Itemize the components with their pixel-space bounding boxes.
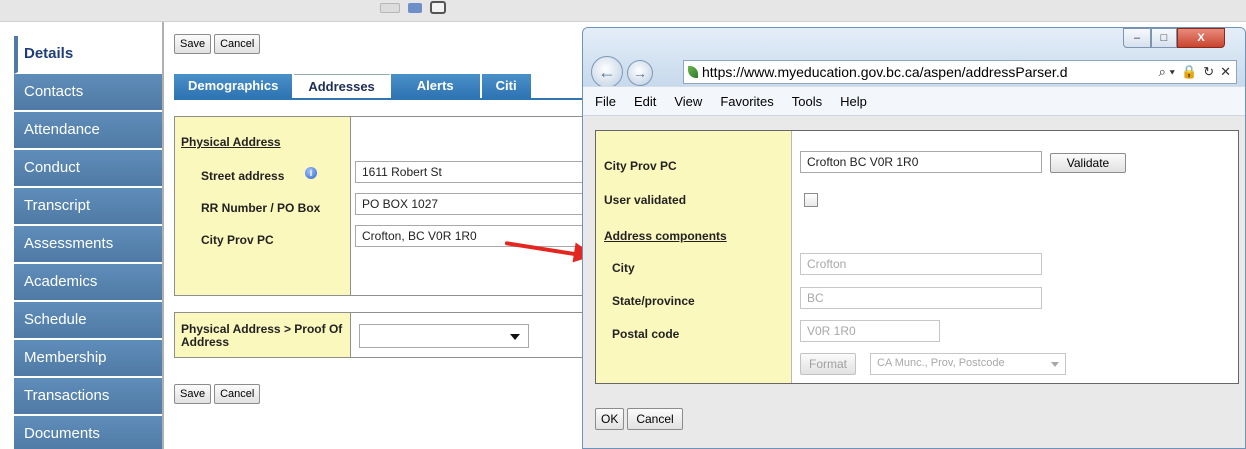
save-button[interactable]: Save — [174, 34, 212, 54]
menu-bar: File Edit View Favorites Tools Help — [583, 86, 1245, 116]
ok-button[interactable]: OK — [595, 408, 625, 430]
menu-help[interactable]: Help — [840, 94, 867, 109]
site-icon — [688, 66, 698, 78]
user-validated-checkbox[interactable] — [804, 193, 818, 207]
close-window-button[interactable]: X — [1177, 28, 1225, 48]
street-address-label: Street address — [201, 169, 285, 183]
physical-address-panel: Physical Address Street address i RR Num… — [174, 116, 625, 296]
minimize-button[interactable]: – — [1123, 28, 1151, 48]
nav-item-details[interactable]: Details — [14, 36, 162, 74]
toolbar-blue-icon[interactable] — [408, 3, 422, 13]
toolbar-print-icon[interactable] — [430, 1, 446, 14]
city-label: City — [612, 261, 635, 275]
nav-item-attendance[interactable]: Attendance — [14, 112, 162, 150]
top-toolbar-strip — [0, 0, 1246, 22]
menu-file[interactable]: File — [595, 94, 616, 109]
side-navigation: Details Contacts Attendance Conduct Tran… — [14, 36, 162, 449]
maximize-button[interactable]: □ — [1151, 28, 1177, 48]
city-prov-pc-label: City Prov PC — [604, 159, 677, 173]
physical-address-heading: Physical Address — [181, 135, 281, 149]
state-province-input[interactable]: BC — [800, 287, 1042, 309]
user-validated-label: User validated — [604, 193, 687, 207]
validate-button[interactable]: Validate — [1050, 153, 1126, 173]
format-select[interactable]: CA Munc., Prov, Postcode — [870, 353, 1066, 375]
city-prov-pc-input[interactable]: Crofton BC V0R 1R0 — [800, 151, 1042, 173]
tab-alerts[interactable]: Alerts — [390, 74, 482, 98]
nav-item-schedule[interactable]: Schedule — [14, 302, 162, 340]
window-body: City Prov PC Crofton BC V0R 1R0 Validate… — [583, 116, 1245, 448]
proof-of-address-panel: Physical Address > Proof Of Address — [174, 312, 624, 358]
state-province-label: State/province — [612, 294, 695, 308]
toolbar-box-icon[interactable] — [380, 3, 400, 13]
lock-icon: 🔒 — [1181, 64, 1198, 79]
refresh-icon[interactable]: ↻ — [1203, 64, 1214, 80]
city-prov-pc-label: City Prov PC — [201, 233, 274, 247]
tab-underline — [174, 98, 624, 100]
nav-item-documents[interactable]: Documents — [14, 416, 162, 449]
nav-item-membership[interactable]: Membership — [14, 340, 162, 378]
format-button[interactable]: Format — [800, 353, 857, 375]
screen: Details Contacts Attendance Conduct Tran… — [0, 0, 1246, 449]
menu-tools[interactable]: Tools — [792, 94, 822, 109]
menu-view[interactable]: View — [674, 94, 702, 109]
save-button-bottom[interactable]: Save — [174, 384, 212, 404]
top-button-row: Save Cancel — [174, 34, 261, 54]
tab-citizenship[interactable]: Citi — [481, 74, 533, 98]
search-icon[interactable]: ⌕ ▾ — [1159, 64, 1175, 80]
chevron-down-icon — [1051, 362, 1059, 367]
window-titlebar: – □ X ← → https://www.myeducation.gov.bc… — [583, 28, 1245, 88]
cancel-button-bottom[interactable]: Cancel — [214, 384, 261, 404]
address-bar-controls: ⌕ ▾ 🔒 ↻ ✕ — [1159, 64, 1236, 80]
stop-icon[interactable]: ✕ — [1220, 64, 1231, 80]
nav-item-transactions[interactable]: Transactions — [14, 378, 162, 416]
back-arrow-icon[interactable]: ← — [591, 56, 623, 88]
proof-of-address-select[interactable] — [359, 324, 529, 348]
dialog-button-row: OK Cancel — [595, 408, 683, 430]
nav-item-assessments[interactable]: Assessments — [14, 226, 162, 264]
forward-arrow-icon[interactable]: → — [627, 60, 653, 86]
dialog-cancel-button[interactable]: Cancel — [627, 408, 683, 430]
address-parser-window: – □ X ← → https://www.myeducation.gov.bc… — [582, 27, 1246, 449]
tab-addresses[interactable]: Addresses — [294, 74, 391, 98]
info-icon[interactable]: i — [305, 167, 317, 179]
nav-item-contacts[interactable]: Contacts — [14, 74, 162, 112]
city-input[interactable]: Crofton — [800, 253, 1042, 275]
menu-edit[interactable]: Edit — [634, 94, 656, 109]
postal-code-input[interactable]: V0R 1R0 — [800, 320, 940, 342]
bottom-button-row: Save Cancel — [174, 384, 261, 404]
main-content: Save Cancel Demographics Addresses Alert… — [162, 22, 625, 449]
proof-of-address-label: Physical Address > Proof Of Address — [181, 322, 343, 349]
postal-code-label: Postal code — [612, 327, 680, 341]
nav-item-transcript[interactable]: Transcript — [14, 188, 162, 226]
rr-number-label: RR Number / PO Box — [201, 201, 321, 215]
address-components-heading: Address components — [604, 229, 727, 243]
address-bar[interactable]: https://www.myeducation.gov.bc.ca/aspen/… — [683, 60, 1237, 84]
address-parser-panel: City Prov PC Crofton BC V0R 1R0 Validate… — [595, 130, 1239, 384]
nav-item-conduct[interactable]: Conduct — [14, 150, 162, 188]
format-select-value: CA Munc., Prov, Postcode — [877, 357, 1005, 369]
address-url[interactable]: https://www.myeducation.gov.bc.ca/aspen/… — [702, 64, 1068, 80]
chevron-down-icon — [510, 334, 520, 340]
nav-item-academics[interactable]: Academics — [14, 264, 162, 302]
menu-favorites[interactable]: Favorites — [720, 94, 773, 109]
tab-bar: Demographics Addresses Alerts Citi — [174, 74, 624, 98]
tab-demographics[interactable]: Demographics — [174, 74, 295, 98]
cancel-button[interactable]: Cancel — [214, 34, 261, 54]
